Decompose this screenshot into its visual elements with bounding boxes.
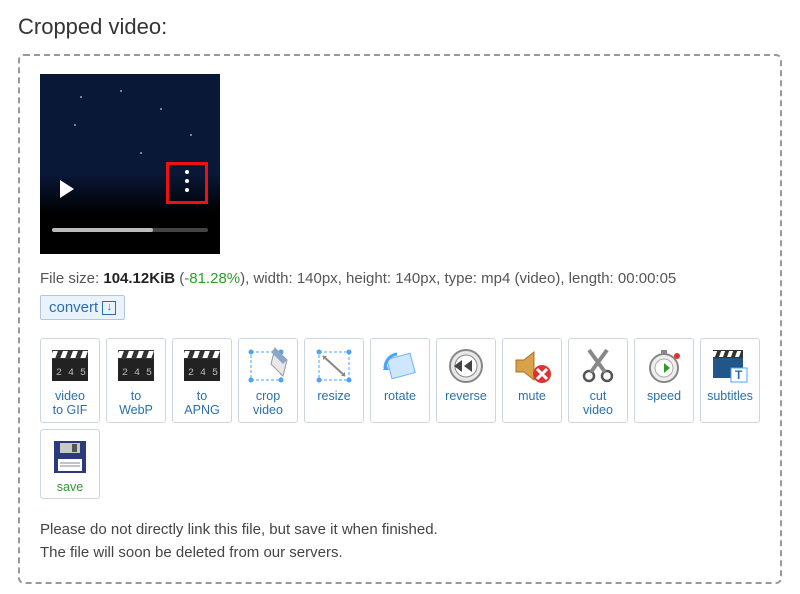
tool-label: speed — [647, 389, 681, 403]
tool-label: cropvideo — [253, 389, 283, 418]
length-value: 00:00:05 — [618, 270, 676, 287]
type-label: , type: — [436, 270, 481, 287]
convert-button-label: convert — [49, 299, 98, 316]
result-panel: File size: 104.12KiB (-81.28%), width: 1… — [18, 54, 782, 584]
tool-label: mute — [518, 389, 546, 403]
floppy-disk-icon — [47, 436, 93, 478]
tool-speed[interactable]: speed — [634, 338, 694, 423]
tool-save[interactable]: save — [40, 429, 100, 499]
height-label: , height: — [338, 270, 396, 287]
video-player[interactable] — [40, 74, 220, 254]
tool-to-apng[interactable]: 2 4 5 toAPNG — [172, 338, 232, 423]
tool-mute[interactable]: mute — [502, 338, 562, 423]
crop-icon — [245, 345, 291, 387]
clapperboard-icon: 2 4 5 — [179, 345, 225, 387]
tool-label: reverse — [445, 389, 487, 403]
resize-icon — [311, 345, 357, 387]
width-value: 140px — [297, 270, 338, 287]
svg-text:2 4 5: 2 4 5 — [56, 368, 86, 379]
tools-toolbar: 2 4 5 videoto GIF 2 4 5 toWebP 2 4 5 toA… — [40, 338, 760, 499]
file-info-line: File size: 104.12KiB (-81.28%), width: 1… — [40, 270, 760, 287]
tool-label: resize — [317, 389, 350, 403]
svg-text:T: T — [735, 368, 743, 382]
clapperboard-icon: 2 4 5 — [113, 345, 159, 387]
svg-text:2 4 5: 2 4 5 — [122, 368, 152, 379]
note-line-2: The file will soon be deleted from our s… — [40, 542, 760, 565]
tool-rotate[interactable]: rotate — [370, 338, 430, 423]
tool-label: rotate — [384, 389, 416, 403]
tool-video-to-gif[interactable]: 2 4 5 videoto GIF — [40, 338, 100, 423]
tool-cut-video[interactable]: cutvideo — [568, 338, 628, 423]
clapperboard-icon: 2 4 5 — [47, 345, 93, 387]
tool-label: save — [57, 480, 83, 494]
size-change-percent: -81.28% — [184, 270, 240, 287]
length-label: , length: — [560, 270, 618, 287]
page-title: Cropped video: — [18, 14, 782, 40]
width-label: , width: — [245, 270, 297, 287]
mute-icon — [509, 345, 555, 387]
tool-crop-video[interactable]: cropvideo — [238, 338, 298, 423]
tool-reverse[interactable]: reverse — [436, 338, 496, 423]
tool-subtitles[interactable]: T subtitles — [700, 338, 760, 423]
tool-to-webp[interactable]: 2 4 5 toWebP — [106, 338, 166, 423]
scissors-icon — [575, 345, 621, 387]
more-menu-icon[interactable] — [185, 170, 189, 192]
tool-label: subtitles — [707, 389, 753, 403]
type-value: mp4 (video) — [481, 270, 560, 287]
filesize-label: File size: — [40, 270, 103, 287]
tool-label: cutvideo — [583, 389, 613, 418]
download-icon: ↓ — [102, 301, 116, 315]
rotate-icon — [377, 345, 423, 387]
svg-text:2 4 5: 2 4 5 — [188, 368, 218, 379]
play-icon[interactable] — [60, 180, 74, 198]
height-value: 140px — [395, 270, 436, 287]
tool-resize[interactable]: resize — [304, 338, 364, 423]
footer-notes: Please do not directly link this file, b… — [40, 519, 760, 564]
convert-button[interactable]: convert ↓ — [40, 295, 125, 320]
video-progress-bar[interactable] — [52, 228, 208, 232]
tool-label: toAPNG — [184, 389, 219, 418]
tool-label: toWebP — [119, 389, 153, 418]
filesize-value: 104.12KiB — [103, 270, 175, 287]
reverse-icon — [443, 345, 489, 387]
note-line-1: Please do not directly link this file, b… — [40, 519, 760, 542]
stopwatch-icon — [641, 345, 687, 387]
subtitles-icon: T — [707, 345, 753, 387]
tool-label: videoto GIF — [53, 389, 88, 418]
